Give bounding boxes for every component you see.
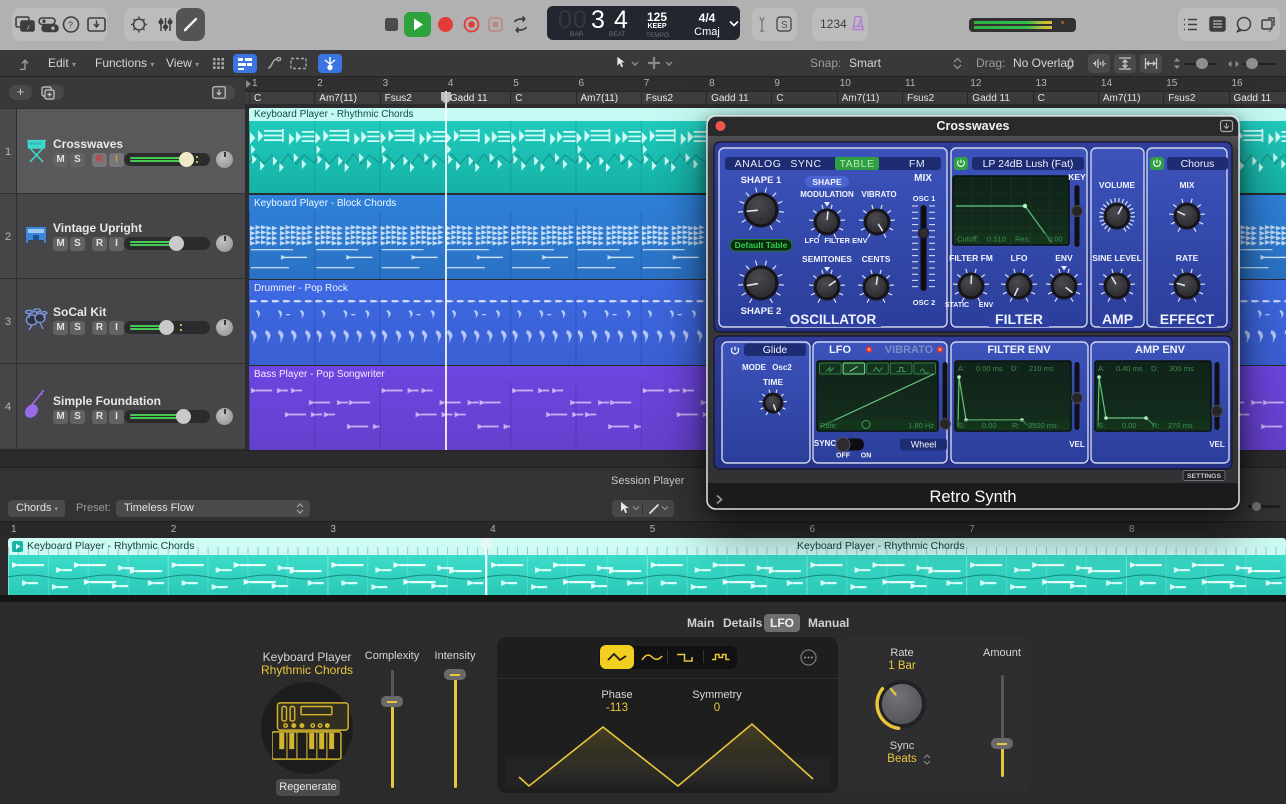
svg-text:SEMITONES: SEMITONES: [802, 254, 852, 264]
svg-text:Chorus: Chorus: [1181, 158, 1215, 170]
svg-text:TABLE: TABLE: [840, 158, 875, 170]
svg-text:1.80 Hz: 1.80 Hz: [908, 421, 934, 430]
svg-text:FILTER ENV: FILTER ENV: [824, 236, 867, 245]
svg-text:R:: R:: [1012, 421, 1020, 430]
svg-text:Osc2: Osc2: [772, 363, 792, 372]
svg-text:D:: D:: [1011, 364, 1019, 373]
svg-text:RATE: RATE: [1176, 253, 1199, 263]
svg-text:VOLUME: VOLUME: [1099, 180, 1136, 190]
svg-text:LP 24dB Lush (Fat): LP 24dB Lush (Fat): [983, 158, 1074, 170]
svg-text:0.00: 0.00: [1122, 421, 1137, 430]
svg-text:MIX: MIX: [914, 173, 932, 184]
svg-text:Default Table: Default Table: [735, 240, 788, 250]
svg-text:ENV: ENV: [1055, 253, 1073, 263]
svg-text:SHAPE: SHAPE: [812, 177, 842, 187]
svg-text:S:: S:: [958, 421, 965, 430]
svg-text:OFF: OFF: [836, 453, 851, 460]
svg-text:OSCILLATOR: OSCILLATOR: [790, 312, 877, 327]
svg-text:ENV: ENV: [979, 302, 994, 309]
svg-text:SINE LEVEL: SINE LEVEL: [1092, 253, 1142, 263]
svg-text:VIBRATO: VIBRATO: [861, 190, 896, 199]
svg-text:0.510: 0.510: [987, 235, 1006, 244]
svg-text:SETTINGS: SETTINGS: [1187, 473, 1221, 480]
svg-text:ON: ON: [861, 453, 872, 460]
svg-text:FILTER: FILTER: [995, 311, 1043, 327]
svg-text:VEL: VEL: [1209, 440, 1225, 449]
svg-text:FM: FM: [909, 158, 925, 170]
svg-text:Glide: Glide: [763, 344, 788, 356]
svg-text:KEY: KEY: [1068, 172, 1086, 182]
svg-text:OSC 1: OSC 1: [913, 194, 936, 203]
svg-text:Res:: Res:: [1015, 235, 1030, 244]
svg-text:LFO: LFO: [1011, 253, 1028, 263]
svg-text:300 ms: 300 ms: [1169, 364, 1194, 373]
svg-text:♪: ♪: [26, 23, 30, 32]
svg-text:SHAPE 1: SHAPE 1: [741, 175, 782, 186]
svg-text:S:: S:: [1098, 421, 1105, 430]
svg-text:FILTER FM: FILTER FM: [949, 253, 993, 263]
svg-text:Cutoff:: Cutoff:: [957, 235, 979, 244]
svg-text:SYNC: SYNC: [814, 439, 836, 448]
svg-text:Crosswaves: Crosswaves: [937, 119, 1010, 133]
svg-text:A:: A:: [1098, 364, 1105, 373]
svg-text:R:: R:: [1152, 421, 1160, 430]
svg-text:VIBRATO: VIBRATO: [885, 344, 934, 356]
svg-text:0.00 ms: 0.00 ms: [976, 364, 1003, 373]
svg-text:OSC 2: OSC 2: [913, 298, 936, 307]
svg-text:Wheel: Wheel: [911, 440, 937, 450]
svg-text:FILTER ENV: FILTER ENV: [987, 344, 1051, 356]
svg-text:Rate:: Rate:: [820, 421, 838, 430]
svg-text:8500 ms: 8500 ms: [1028, 421, 1057, 430]
svg-text:MIX: MIX: [1179, 180, 1194, 190]
svg-text:VEL: VEL: [1069, 440, 1085, 449]
svg-text:MODE: MODE: [742, 363, 767, 372]
svg-text:0.00: 0.00: [982, 421, 997, 430]
svg-text:LFO: LFO: [829, 344, 851, 356]
svg-text:AMP: AMP: [1102, 311, 1133, 327]
svg-text:ANALOG: ANALOG: [735, 158, 782, 170]
svg-text:SYNC: SYNC: [790, 158, 821, 170]
svg-text:SHAPE 2: SHAPE 2: [741, 306, 782, 317]
svg-text:Retro Synth: Retro Synth: [929, 488, 1016, 506]
svg-text:270 ms: 270 ms: [1168, 421, 1193, 430]
svg-text:A:: A:: [958, 364, 965, 373]
svg-text:MODULATION: MODULATION: [800, 190, 854, 199]
svg-text:D:: D:: [1151, 364, 1159, 373]
svg-text:0.40 ms: 0.40 ms: [1116, 364, 1143, 373]
svg-text:CENTS: CENTS: [862, 254, 891, 264]
svg-text:210 ms: 210 ms: [1029, 364, 1054, 373]
svg-text:♪: ♪: [1268, 24, 1273, 34]
svg-text:0.00: 0.00: [1048, 235, 1063, 244]
svg-text:STATIC: STATIC: [945, 302, 969, 309]
svg-text:TIME: TIME: [763, 377, 784, 387]
svg-text:AMP ENV: AMP ENV: [1135, 344, 1186, 356]
svg-text:?: ?: [68, 20, 73, 30]
svg-text:LFO: LFO: [805, 236, 820, 245]
svg-text:S: S: [781, 20, 788, 31]
svg-text:EFFECT: EFFECT: [1160, 311, 1215, 327]
